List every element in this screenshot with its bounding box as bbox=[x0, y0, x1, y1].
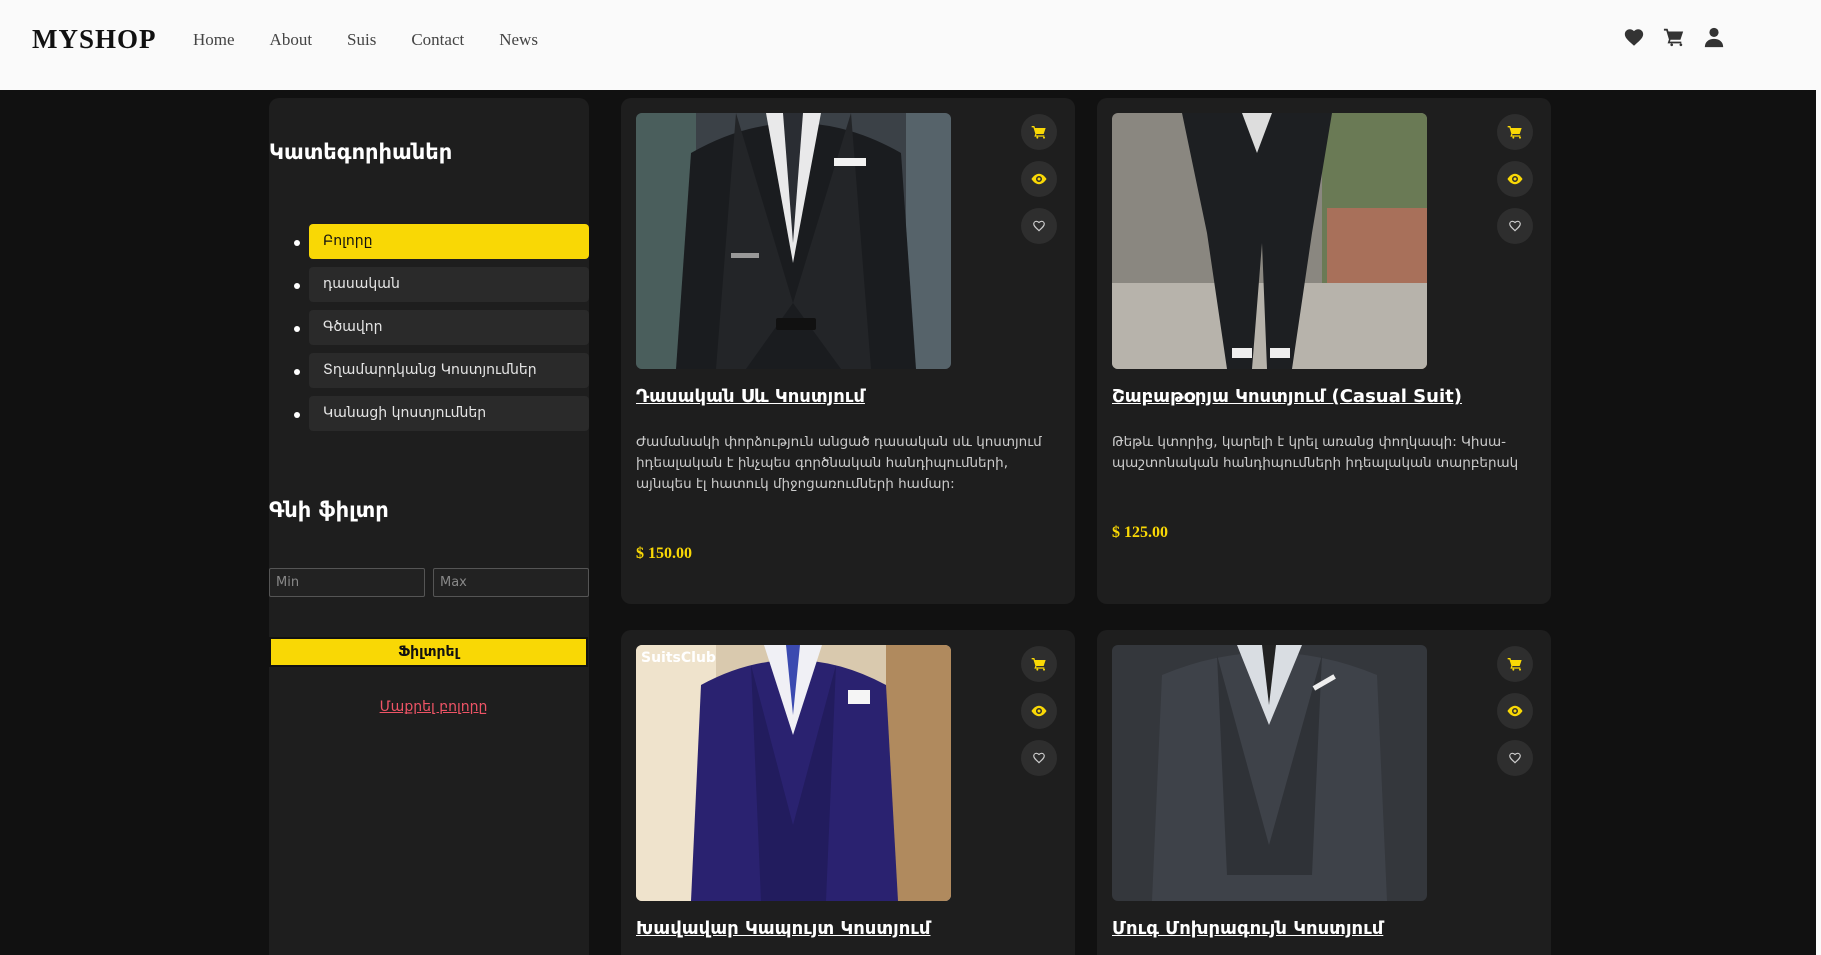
bullet bbox=[294, 369, 300, 375]
eye-icon bbox=[1507, 173, 1523, 185]
cart-icon[interactable] bbox=[1663, 26, 1685, 48]
product-image[interactable] bbox=[636, 113, 951, 369]
product-title[interactable]: Խավավար Կապույտ Կոստյում bbox=[636, 918, 931, 939]
wishlist-button[interactable] bbox=[1021, 208, 1057, 244]
product-price: $ 125.00 bbox=[1112, 524, 1168, 541]
header-icons bbox=[1623, 26, 1725, 48]
add-to-cart-button[interactable] bbox=[1021, 646, 1057, 682]
quick-view-button[interactable] bbox=[1021, 693, 1057, 729]
list-item: դասական bbox=[269, 267, 589, 310]
add-to-cart-button[interactable] bbox=[1497, 114, 1533, 150]
eye-icon bbox=[1031, 173, 1047, 185]
category-all-button[interactable]: Բոլորը bbox=[309, 224, 589, 259]
user-icon[interactable] bbox=[1703, 26, 1725, 48]
heart-outline-icon bbox=[1033, 752, 1045, 764]
product-image[interactable] bbox=[1112, 113, 1427, 369]
categories-title: Կատեգորիաներ bbox=[269, 140, 453, 164]
add-to-cart-button[interactable] bbox=[1497, 646, 1533, 682]
min-price-input[interactable] bbox=[269, 568, 425, 597]
quick-view-button[interactable] bbox=[1021, 161, 1057, 197]
category-striped-button[interactable]: Գծավոր bbox=[309, 310, 589, 345]
page-edge bbox=[1816, 90, 1821, 955]
main-nav: Home About Suis Contact News bbox=[193, 30, 573, 50]
heart-icon[interactable] bbox=[1623, 26, 1645, 48]
bullet bbox=[294, 240, 300, 246]
nav-news[interactable]: News bbox=[499, 30, 538, 50]
bullet bbox=[294, 412, 300, 418]
max-price-input[interactable] bbox=[433, 568, 589, 597]
list-item: Տղամարդկանց Կոստյումներ bbox=[269, 353, 589, 396]
heart-outline-icon bbox=[1509, 752, 1521, 764]
card-actions bbox=[1497, 646, 1533, 776]
filter-button[interactable]: Ֆիլտրել bbox=[269, 637, 588, 667]
bullet bbox=[294, 326, 300, 332]
card-actions bbox=[1021, 646, 1057, 776]
list-item: Կանացի կոստյումներ bbox=[269, 396, 589, 439]
cart-icon bbox=[1031, 658, 1046, 671]
category-mens-button[interactable]: Տղամարդկանց Կոստյումներ bbox=[309, 353, 589, 388]
list-item: Գծավոր bbox=[269, 310, 589, 353]
wishlist-button[interactable] bbox=[1497, 208, 1533, 244]
eye-icon bbox=[1031, 705, 1047, 717]
card-actions bbox=[1497, 114, 1533, 244]
product-title[interactable]: Դասական Սև Կոստյում bbox=[636, 386, 865, 407]
cart-icon bbox=[1031, 126, 1046, 139]
heart-outline-icon bbox=[1509, 220, 1521, 232]
nav-home[interactable]: Home bbox=[193, 30, 235, 50]
quick-view-button[interactable] bbox=[1497, 693, 1533, 729]
wishlist-button[interactable] bbox=[1497, 740, 1533, 776]
quick-view-button[interactable] bbox=[1497, 161, 1533, 197]
product-card: Դասական Սև Կոստյում Ժամանակի փորձություն… bbox=[621, 98, 1075, 604]
product-card: Շաբաթօրյա Կոստյում (Casual Suit) Թեթև կտ… bbox=[1097, 98, 1551, 604]
product-description: Թեթև կտորից, կարելի է կրել առանց փողկապի… bbox=[1112, 434, 1519, 471]
category-list: Բոլորը դասական Գծավոր Տղամարդկանց Կոստյո… bbox=[269, 224, 589, 439]
category-classic-button[interactable]: դասական bbox=[309, 267, 589, 302]
wishlist-button[interactable] bbox=[1021, 740, 1057, 776]
cart-icon bbox=[1507, 126, 1522, 139]
product-image[interactable]: SuitsClub bbox=[636, 645, 951, 901]
card-actions bbox=[1021, 114, 1057, 244]
site-logo[interactable]: MYSHOP bbox=[32, 24, 157, 55]
brand-watermark: SuitsClub bbox=[641, 650, 716, 666]
product-title[interactable]: Շաբաթօրյա Կոստյում (Casual Suit) bbox=[1112, 386, 1462, 407]
heart-outline-icon bbox=[1033, 220, 1045, 232]
product-description: Ժամանակի փորձություն անցած դասական սև կո… bbox=[636, 434, 1042, 492]
product-title[interactable]: Մուգ Մոխրագույն Կոստյում bbox=[1112, 918, 1383, 939]
product-image[interactable] bbox=[1112, 645, 1427, 901]
cart-icon bbox=[1507, 658, 1522, 671]
add-to-cart-button[interactable] bbox=[1021, 114, 1057, 150]
eye-icon bbox=[1507, 705, 1523, 717]
bullet bbox=[294, 283, 300, 289]
product-card: SuitsClub Խավավար Կապույտ Կոստյում bbox=[621, 630, 1075, 955]
nav-contact[interactable]: Contact bbox=[411, 30, 464, 50]
product-price: $ 150.00 bbox=[636, 545, 692, 562]
list-item: Բոլորը bbox=[269, 224, 589, 267]
nav-suis[interactable]: Suis bbox=[347, 30, 376, 50]
price-filter-title: Գնի ֆիլտր bbox=[269, 498, 389, 522]
product-card: Մուգ Մոխրագույն Կոստյում bbox=[1097, 630, 1551, 955]
nav-about[interactable]: About bbox=[270, 30, 313, 50]
category-womens-button[interactable]: Կանացի կոստյումներ bbox=[309, 396, 589, 431]
filter-sidebar: Կատեգորիաներ Բոլորը դասական Գծավոր Տղամա… bbox=[269, 98, 589, 955]
site-header: MYSHOP Home About Suis Contact News bbox=[0, 0, 1821, 90]
clear-all-link[interactable]: Մաքրել բոլորը bbox=[269, 699, 598, 715]
price-range bbox=[269, 568, 589, 597]
